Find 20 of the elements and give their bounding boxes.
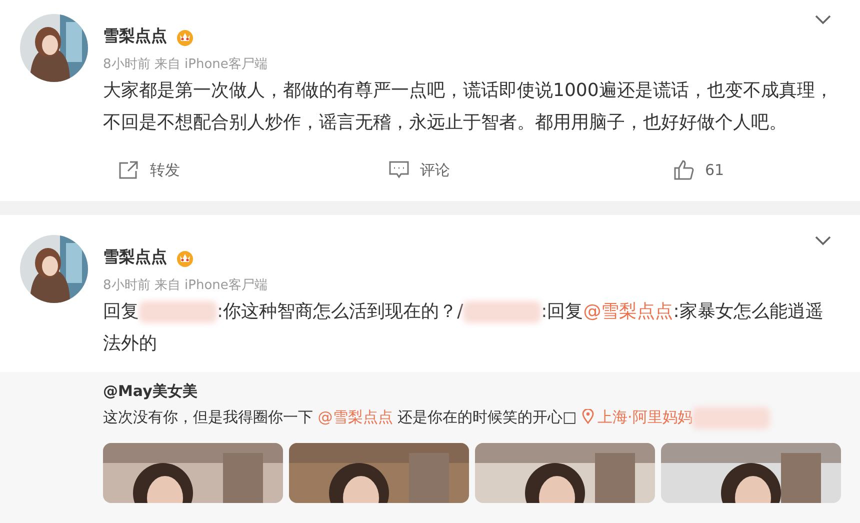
chevron-down-icon[interactable] xyxy=(814,235,832,247)
comment-button[interactable]: 评论 xyxy=(388,159,673,181)
user-mention-link[interactable]: @雪梨点点 xyxy=(583,301,674,322)
user-name[interactable]: 雪梨点点 xyxy=(103,26,167,47)
share-icon xyxy=(118,160,140,180)
chevron-down-icon[interactable] xyxy=(814,14,832,26)
thumbs-up-icon xyxy=(673,159,695,181)
crown-badge-icon xyxy=(175,28,195,46)
quoted-post-text: 这次没有你，但是我得圈你一下 @雪梨点点 还是你在的时候笑的开心□ 上海·阿里妈妈 xyxy=(103,407,840,429)
crown-badge-icon xyxy=(175,248,195,266)
like-button[interactable]: 61 xyxy=(673,159,860,181)
post-meta: 8小时前 来自 iPhone客尸端 xyxy=(103,277,268,294)
repost-button[interactable]: 转发 xyxy=(103,159,388,181)
quoted-user-name[interactable]: @May美女美 xyxy=(103,382,840,401)
post-meta: 8小时前 来自 iPhone客尸端 xyxy=(103,56,268,73)
post-text: 大家都是第一次做人，都做的有尊严一点吧，谎话即使说1000遍还是谎话，也变不成真理，不回是不想配合别人炒作，谣言无稽，永远止于智者。都用用脑子，也好好做个人吧。 xyxy=(103,79,834,135)
comment-icon xyxy=(388,160,410,180)
user-name[interactable]: 雪梨点点 xyxy=(103,247,167,268)
location-pin-icon xyxy=(582,409,594,424)
post-text: 回复 :你这种智商怎么活到现在的？/ :回复@雪梨点点:家暴女怎么能逍遥法外的 xyxy=(103,300,824,356)
